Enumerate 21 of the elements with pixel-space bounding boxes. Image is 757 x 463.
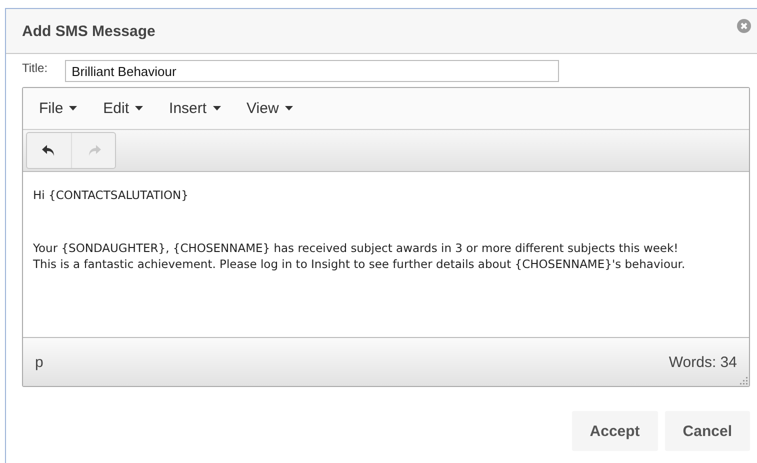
- word-count: Words: 34: [668, 354, 737, 370]
- menu-item[interactable]: View: [236, 100, 303, 117]
- close-icon[interactable]: [737, 19, 751, 33]
- menu-item[interactable]: File: [29, 100, 88, 117]
- cancel-button[interactable]: Cancel: [664, 411, 750, 451]
- caret-icon: [284, 106, 293, 111]
- undo-arrow-icon: [42, 144, 56, 156]
- title-input[interactable]: Brilliant Behaviour: [64, 60, 559, 82]
- message-paragraph: Hi {CONTACTSALUTATION}: [33, 187, 190, 203]
- menu-item[interactable]: Edit: [93, 100, 154, 117]
- title-label: Title:: [22, 61, 48, 75]
- redo-arrow-icon: [86, 144, 100, 156]
- caret-icon: [69, 106, 78, 111]
- caret-icon: [212, 106, 221, 111]
- element-path: p: [35, 354, 44, 370]
- accept-button[interactable]: Accept: [572, 411, 658, 451]
- dialog-title: Add SMS Message: [22, 22, 156, 40]
- caret-icon: [135, 106, 144, 111]
- message-paragraph: Your {SONDAUGHTER}, {CHOSENNAME} has received subject awards in 3 or more different subjects this week! This is a fantastic achievement. Please log in to Insight to see further details about {CHOSENNAME}'s behaviour.: [33, 240, 686, 272]
- resize-handle-icon[interactable]: [740, 377, 748, 385]
- menu-item[interactable]: Insert: [159, 100, 231, 117]
